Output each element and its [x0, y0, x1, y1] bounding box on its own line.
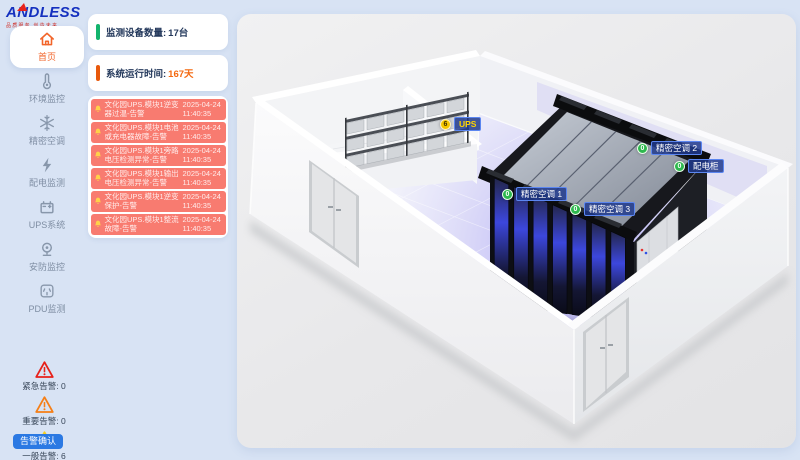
bell-icon [93, 196, 103, 207]
ups-status-dot: 6 [440, 119, 451, 130]
critical-warning-icon [34, 360, 55, 379]
home-icon [38, 30, 56, 48]
orange-pill-icon [96, 65, 100, 81]
snowflake-icon [38, 114, 56, 132]
alarm-timestamp: 2025-04-2411:40:35 [183, 169, 223, 189]
alarm-text: 文化园UPS.模块1输出电压检测异常-告警 [105, 169, 181, 189]
alarm-timestamp: 2025-04-2411:40:35 [183, 215, 223, 235]
nav-item-pdu[interactable]: PDU监测 [10, 278, 84, 320]
status-led-red [641, 249, 644, 252]
major-warning-icon [34, 395, 55, 414]
runtime-value: 167天 [168, 69, 193, 80]
status-led-blue [645, 252, 648, 255]
alarm-summary-label: 一般告警: 6 [0, 450, 88, 460]
main-nav: 首页 环境监控 精密空调 配电监测 UPS系统 安防监控 PDU监测 [0, 26, 88, 320]
ac2-status-dot: 0 [637, 143, 648, 154]
alarm-timestamp: 2025-04-2411:40:35 [183, 146, 223, 166]
nav-label: 安防监控 [10, 260, 84, 273]
alarm-summary-label: 紧急告警: 0 [0, 380, 88, 392]
alarm-summary-critical: 紧急告警: 0 [0, 360, 88, 392]
alarm-timestamp: 2025-04-2411:40:35 [183, 123, 223, 143]
alarm-summary: 紧急告警: 0 重要告警: 0 一般告警: 6 告警确认 [0, 360, 88, 460]
bolt-icon [38, 156, 56, 174]
nav-item-environment[interactable]: 环境监控 [10, 68, 84, 110]
sidebar: ANDLESS 品质服务 创造未来 首页 环境监控 精密空调 配电监测 UPS系… [0, 0, 88, 460]
alarm-row[interactable]: 文化园UPS.模块1旁路电压检测异常-告警 2025-04-2411:40:35 [91, 145, 226, 167]
nav-item-power-distribution[interactable]: 配电监测 [10, 152, 84, 194]
cabinet-label-text: 配电柜 [688, 159, 724, 173]
alarm-text: 文化园UPS.模块1电池或充电器故障-告警 [105, 123, 181, 143]
nav-item-security[interactable]: 安防监控 [10, 236, 84, 278]
alarm-timestamp: 2025-04-2411:40:35 [183, 100, 223, 120]
label-precision-ac-2[interactable]: 0 精密空调 2 [637, 141, 702, 155]
nav-item-precision-ac[interactable]: 精密空调 [10, 110, 84, 152]
alarm-timestamp: 2025-04-2411:40:35 [183, 192, 223, 212]
alarm-row[interactable]: 文化园UPS.模块1逆变器过温-告警 2025-04-2411:40:35 [91, 99, 226, 121]
nav-label: 配电监测 [10, 176, 84, 189]
alarm-confirm-button[interactable]: 告警确认 [13, 434, 63, 449]
nav-label: UPS系统 [10, 218, 84, 231]
alarm-row[interactable]: 文化园UPS.模块1整流故障-告警 2025-04-2411:40:35 [91, 214, 226, 236]
room-3d-scene [237, 14, 796, 448]
ac3-label-text: 精密空调 3 [584, 202, 635, 216]
alarm-text: 文化园UPS.模块1整流故障-告警 [105, 215, 181, 235]
cabinet-status-dot: 0 [674, 161, 685, 172]
thermometer-icon [38, 72, 56, 90]
label-precision-ac-1[interactable]: 0 精密空调 1 [502, 187, 567, 201]
alarm-row[interactable]: 文化园UPS.模块1逆变保护-告警 2025-04-2411:40:35 [91, 191, 226, 213]
nav-label: PDU监测 [10, 302, 84, 315]
alarm-row[interactable]: 文化园UPS.模块1电池或充电器故障-告警 2025-04-2411:40:35 [91, 122, 226, 144]
ac3-status-dot: 0 [570, 204, 581, 215]
alarm-summary-major: 重要告警: 0 [0, 395, 88, 427]
device-count-card: 监测设备数量:17台 [88, 14, 228, 50]
alarm-text: 文化园UPS.模块1旁路电压检测异常-告警 [105, 146, 181, 166]
alarm-row[interactable]: 文化园UPS.模块1输出电压检测异常-告警 2025-04-2411:40:35 [91, 168, 226, 190]
status-column: 监测设备数量:17台 系统运行时间:167天 文化园UPS.模块1逆变器过温-告… [88, 14, 228, 238]
alarm-text: 文化园UPS.模块1逆变保护-告警 [105, 192, 181, 212]
alarm-summary-label: 重要告警: 0 [0, 415, 88, 427]
label-ups[interactable]: 6 UPS [440, 117, 481, 131]
alarm-list: 文化园UPS.模块1逆变器过温-告警 2025-04-2411:40:35 文化… [88, 96, 228, 238]
nav-label: 精密空调 [10, 134, 84, 147]
bell-icon [93, 150, 103, 161]
ac1-status-dot: 0 [502, 189, 513, 200]
camera-icon [38, 240, 56, 258]
alarm-text: 文化园UPS.模块1逆变器过温-告警 [105, 100, 181, 120]
green-pill-icon [96, 24, 100, 40]
label-precision-ac-3[interactable]: 0 精密空调 3 [570, 202, 635, 216]
ac2-label-text: 精密空调 2 [651, 141, 702, 155]
brand-triangle-icon [17, 3, 29, 11]
label-power-cabinet[interactable]: 0 配电柜 [674, 159, 724, 173]
bell-icon [93, 173, 103, 184]
ups-label-text: UPS [454, 117, 481, 131]
nav-item-ups-system[interactable]: UPS系统 [10, 194, 84, 236]
bell-icon [93, 127, 103, 138]
runtime-label: 系统运行时间: [106, 69, 166, 80]
brand-logo: ANDLESS [6, 5, 80, 21]
bell-icon [93, 219, 103, 230]
nav-label: 环境监控 [10, 92, 84, 105]
device-count-value: 17台 [168, 28, 188, 39]
nav-label: 首页 [10, 50, 84, 63]
ac1-label-text: 精密空调 1 [516, 187, 567, 201]
socket-icon [38, 282, 56, 300]
brand: ANDLESS 品质服务 创造未来 [0, 0, 80, 29]
nav-item-home[interactable]: 首页 [10, 26, 84, 68]
battery-icon [38, 198, 56, 216]
room-3d-panel: 6 UPS 0 精密空调 2 0 配电柜 0 精密空调 1 0 精密空调 3 [237, 14, 796, 448]
bell-icon [93, 104, 103, 115]
runtime-card: 系统运行时间:167天 [88, 55, 228, 91]
device-count-label: 监测设备数量: [106, 28, 166, 39]
